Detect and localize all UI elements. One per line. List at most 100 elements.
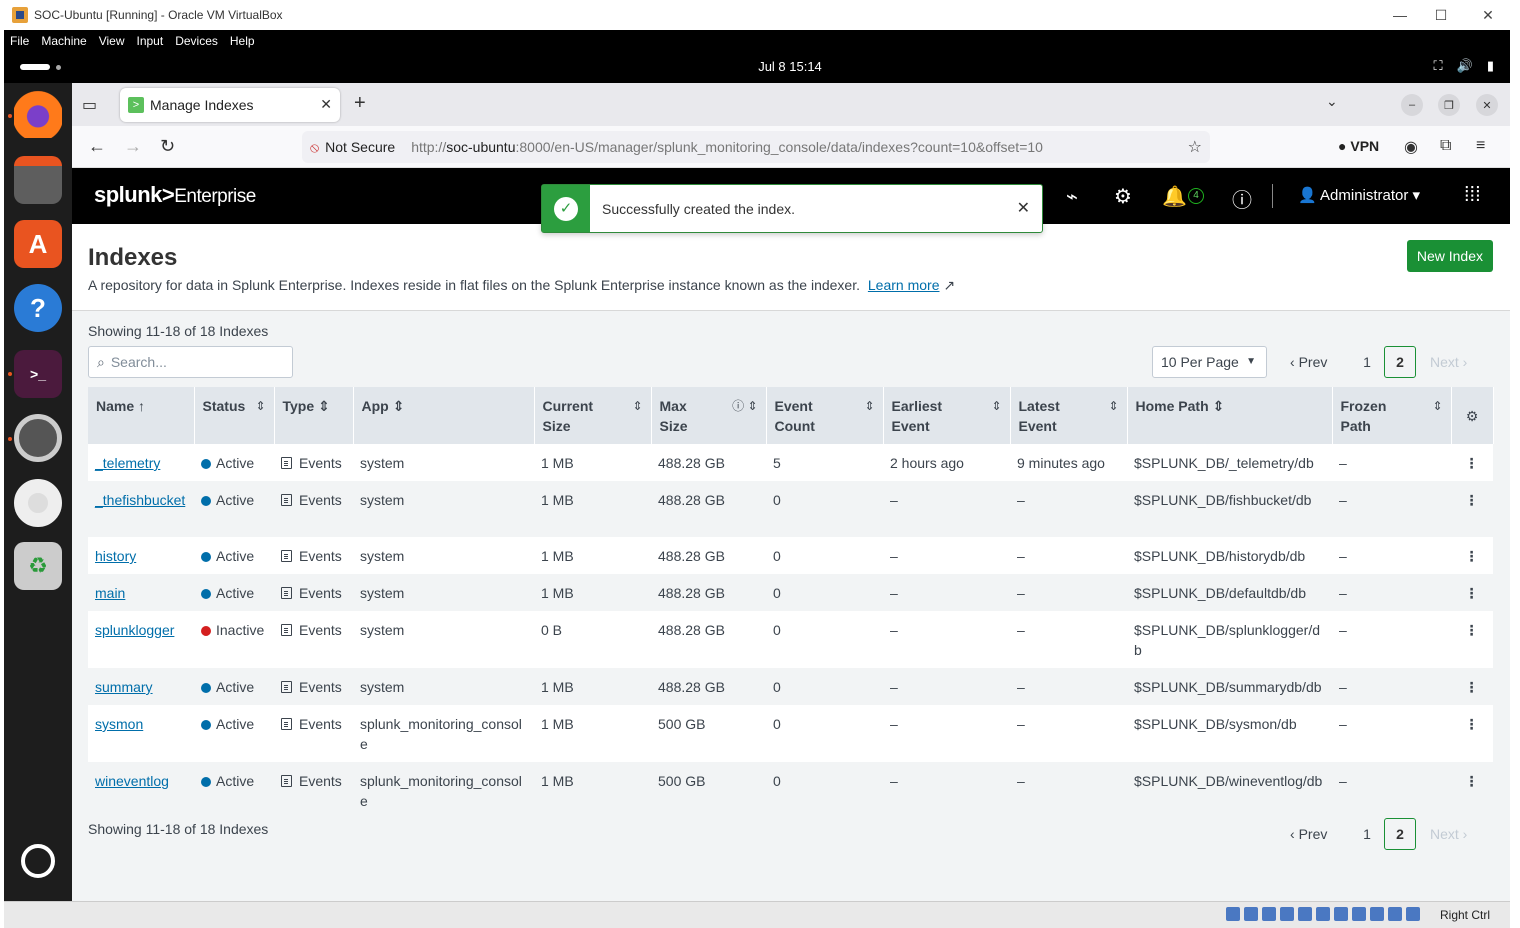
mouse-icon[interactable] bbox=[1388, 907, 1402, 921]
not-secure-icon[interactable]: ⦸ bbox=[310, 139, 319, 156]
row-actions-icon[interactable]: ⋮ bbox=[1451, 444, 1493, 481]
shared-folder-icon[interactable] bbox=[1316, 907, 1330, 921]
prev-button[interactable]: ‹ Prev bbox=[1290, 354, 1350, 370]
chevron-down-icon[interactable]: ⌄ bbox=[1326, 93, 1338, 110]
close-icon[interactable]: ✕ bbox=[1468, 0, 1508, 30]
tab-close-icon[interactable]: ✕ bbox=[320, 96, 332, 113]
help-circle-icon[interactable]: ⓘ bbox=[1232, 184, 1252, 213]
recording-icon[interactable] bbox=[1352, 907, 1366, 921]
user-menu[interactable]: 👤 Administrator ▾ bbox=[1298, 186, 1420, 204]
forward-icon[interactable]: → bbox=[124, 136, 142, 157]
menu-help[interactable]: Help bbox=[230, 34, 255, 48]
not-secure-label[interactable]: Not Secure bbox=[325, 139, 395, 155]
next-button[interactable]: Next › bbox=[1430, 826, 1467, 842]
browser-close-icon[interactable]: ✕ bbox=[1476, 94, 1498, 116]
cpu-icon[interactable] bbox=[1370, 907, 1384, 921]
index-name-link[interactable]: splunklogger bbox=[95, 622, 174, 638]
keyboard-icon[interactable] bbox=[1406, 907, 1420, 921]
app-center-icon[interactable]: A bbox=[14, 220, 62, 268]
events-icon bbox=[281, 587, 292, 599]
account-icon[interactable]: ◉ bbox=[1404, 137, 1418, 157]
row-actions-icon[interactable]: ⋮ bbox=[1451, 574, 1493, 611]
activity-icon[interactable]: ⌁ bbox=[1066, 184, 1078, 209]
disc-icon[interactable] bbox=[14, 479, 62, 527]
row-actions-icon[interactable]: ⋮ bbox=[1451, 481, 1493, 537]
menu-machine[interactable]: Machine bbox=[41, 34, 86, 48]
extensions-icon[interactable]: ⧉ bbox=[1440, 137, 1451, 155]
network-icon[interactable] bbox=[1280, 907, 1294, 921]
index-name-link[interactable]: wineventlog bbox=[95, 773, 169, 789]
row-actions-icon[interactable]: ⋮ bbox=[1451, 705, 1493, 762]
col-event-count[interactable]: Event Count ⇕ bbox=[766, 387, 884, 444]
new-tab-icon[interactable]: + bbox=[354, 92, 366, 115]
minimize-icon[interactable]: — bbox=[1380, 0, 1420, 30]
prev-button[interactable]: ‹ Prev bbox=[1290, 826, 1350, 842]
menu-file[interactable]: File bbox=[10, 34, 29, 48]
menu-input[interactable]: Input bbox=[137, 34, 164, 48]
per-page-select[interactable]: 10 Per Page ▼ bbox=[1152, 346, 1267, 378]
page-1-button[interactable]: 1 bbox=[1350, 826, 1384, 842]
index-name-link[interactable]: summary bbox=[95, 679, 153, 695]
trash-icon[interactable]: ♻ bbox=[14, 542, 62, 590]
bookmark-star-icon[interactable]: ☆ bbox=[1188, 137, 1202, 157]
menu-icon[interactable]: ≡ bbox=[1476, 137, 1485, 155]
bell-icon[interactable]: 🔔 bbox=[1162, 184, 1187, 209]
learn-more-link[interactable]: Learn more bbox=[868, 277, 940, 293]
toast-close-icon[interactable]: ✕ bbox=[1017, 198, 1030, 218]
index-name-link[interactable]: history bbox=[95, 548, 136, 564]
system-tray[interactable]: ⛶ 🔊 ▮ bbox=[1434, 58, 1494, 74]
display-icon[interactable] bbox=[1334, 907, 1348, 921]
column-settings-icon[interactable]: ⚙ bbox=[1451, 387, 1494, 444]
url-bar[interactable]: ⦸ Not Secure http://soc-ubuntu:8000/en-U… bbox=[302, 131, 1210, 163]
firefox-icon[interactable] bbox=[14, 90, 62, 138]
search-input[interactable]: ⌕ Search... bbox=[88, 346, 293, 378]
apps-grid-icon[interactable]: ⁞⁞⁞ bbox=[1464, 184, 1481, 207]
files-icon[interactable] bbox=[14, 156, 62, 204]
new-index-button[interactable]: New Index bbox=[1406, 240, 1493, 272]
row-actions-icon[interactable]: ⋮ bbox=[1451, 537, 1493, 574]
url-text[interactable]: http://soc-ubuntu:8000/en-US/manager/spl… bbox=[411, 139, 1043, 155]
index-name-link[interactable]: sysmon bbox=[95, 716, 143, 732]
col-latest-event[interactable]: Latest Event ⇕ bbox=[1010, 387, 1128, 444]
clock[interactable]: Jul 8 15:14 bbox=[4, 59, 1520, 74]
gear-icon[interactable]: ⚙ bbox=[1114, 184, 1132, 209]
browser-minimize-icon[interactable]: – bbox=[1401, 94, 1423, 116]
next-button[interactable]: Next › bbox=[1430, 354, 1467, 370]
optical-icon[interactable] bbox=[1244, 907, 1258, 921]
maximize-icon[interactable]: ☐ bbox=[1421, 0, 1461, 30]
row-actions-icon[interactable]: ⋮ bbox=[1451, 762, 1493, 819]
col-current-size[interactable]: Current Size ⇕ bbox=[534, 387, 652, 444]
usb-icon[interactable] bbox=[1298, 907, 1312, 921]
back-icon[interactable]: ← bbox=[88, 136, 106, 157]
row-actions-icon[interactable]: ⋮ bbox=[1451, 611, 1493, 668]
menu-view[interactable]: View bbox=[99, 34, 125, 48]
index-name-link[interactable]: main bbox=[95, 585, 125, 601]
page-2-button[interactable]: 2 bbox=[1384, 818, 1416, 850]
page-1-button[interactable]: 1 bbox=[1350, 354, 1384, 370]
row-actions-icon[interactable]: ⋮ bbox=[1451, 668, 1493, 705]
col-max-size[interactable]: Max Size ⓘ ⇕ bbox=[651, 387, 767, 444]
browser-restore-icon[interactable]: ❐ bbox=[1438, 94, 1460, 116]
audio-icon[interactable] bbox=[1262, 907, 1276, 921]
show-apps-icon[interactable] bbox=[21, 844, 55, 878]
col-earliest-event[interactable]: Earliest Event ⇕ bbox=[883, 387, 1011, 444]
col-app[interactable]: App ⇕ bbox=[353, 387, 535, 444]
col-frozen-path[interactable]: Frozen Path ⇕ bbox=[1332, 387, 1452, 444]
vpn-button[interactable]: ● VPN bbox=[1338, 138, 1379, 154]
tab-list-icon[interactable]: ▭ bbox=[82, 95, 97, 115]
page-2-button[interactable]: 2 bbox=[1384, 346, 1416, 378]
help-icon[interactable]: ? bbox=[14, 284, 62, 332]
terminal-icon[interactable]: >_ bbox=[14, 350, 62, 398]
reload-icon[interactable]: ↻ bbox=[160, 136, 175, 157]
col-status[interactable]: Status ⇕ bbox=[194, 387, 275, 444]
col-home-path[interactable]: Home Path ⇕ bbox=[1127, 387, 1333, 444]
index-name-link[interactable]: _thefishbucket bbox=[95, 492, 185, 508]
col-type[interactable]: Type ⇕ bbox=[274, 387, 354, 444]
menu-devices[interactable]: Devices bbox=[175, 34, 218, 48]
settings-icon[interactable] bbox=[14, 414, 62, 462]
splunk-logo[interactable]: splunk>Enterprise bbox=[94, 182, 256, 208]
hdd-icon[interactable] bbox=[1226, 907, 1240, 921]
index-name-link[interactable]: _telemetry bbox=[95, 455, 160, 471]
tab-manage-indexes[interactable]: > Manage Indexes ✕ bbox=[120, 88, 340, 122]
col-name[interactable]: Name ↑ bbox=[88, 387, 195, 444]
